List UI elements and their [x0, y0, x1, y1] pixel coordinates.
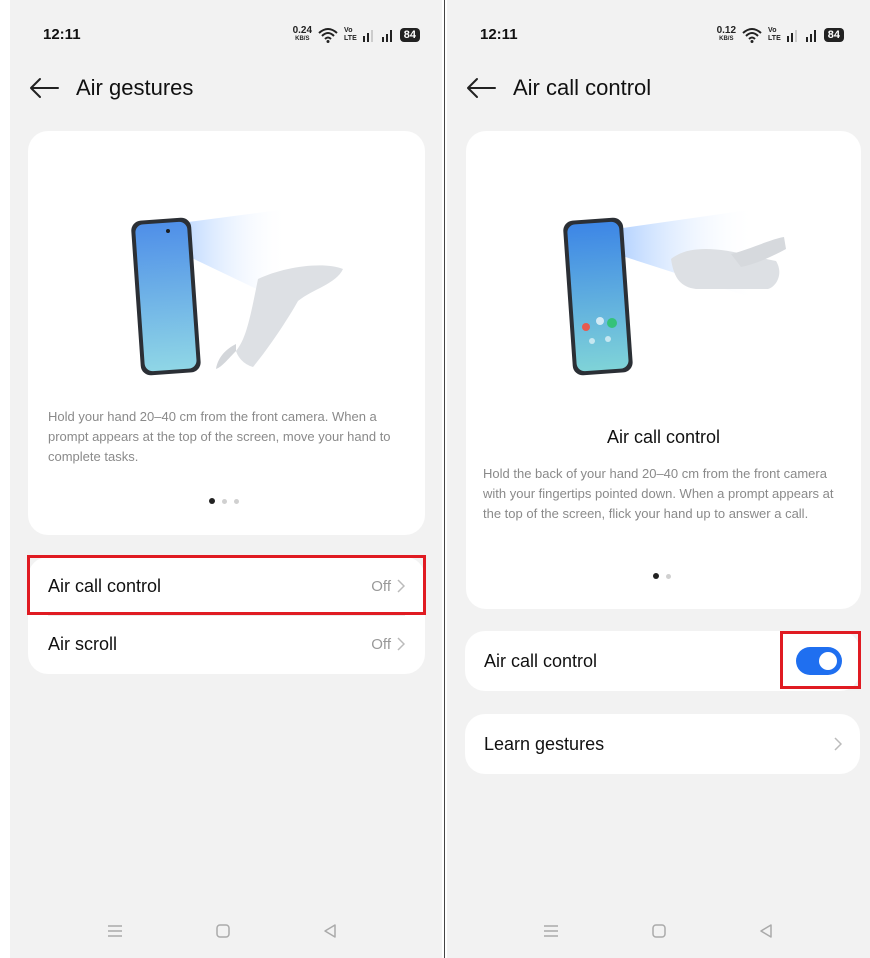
learn-gestures-row[interactable]: Learn gestures	[484, 726, 842, 762]
navigation-bar	[10, 918, 442, 948]
navigation-bar	[447, 918, 870, 948]
net-speed-value: 0.24	[292, 25, 313, 36]
page-dot	[666, 573, 671, 579]
volte-indicator: Vo LTE	[768, 27, 781, 43]
illustration-title: Air call control	[606, 427, 721, 447]
page-header: Air gestures	[10, 70, 193, 106]
learn-gestures-card: Learn gestures	[465, 714, 860, 774]
phone-hand-illustration	[131, 209, 343, 376]
battery-icon: 84	[823, 28, 844, 42]
page-indicator	[209, 498, 239, 504]
home-icon[interactable]	[651, 923, 667, 939]
home-icon[interactable]	[215, 923, 231, 939]
page-title: Air call control	[513, 75, 652, 100]
signal-icon	[362, 30, 373, 42]
volte-top: Vo	[344, 27, 353, 34]
gesture-illustration-card: Hold your hand 20–40 cm from the front c…	[28, 131, 425, 535]
volte-bottom: LTE	[344, 35, 357, 42]
status-icons: 0.12 KB/S Vo LTE 84	[716, 25, 844, 43]
air-scroll-row[interactable]: Air scroll Off	[48, 627, 405, 661]
setting-value-text: Off	[371, 635, 391, 653]
page-header: Air call control	[447, 70, 651, 106]
page-dot-active	[209, 498, 215, 504]
divider	[48, 615, 405, 616]
back-icon[interactable]	[758, 923, 774, 939]
page-dot	[234, 498, 239, 504]
signal-icon	[805, 30, 816, 42]
net-speed-unit: KB/S	[719, 36, 734, 42]
net-speed: 0.24 KB/S	[292, 25, 313, 43]
status-time: 12:11	[480, 26, 518, 43]
status-bar: 12:11 0.24 KB/S Vo LTE 84	[10, 24, 442, 48]
wifi-icon	[318, 28, 338, 43]
volte-indicator: Vo LTE	[344, 27, 357, 43]
setting-label: Air scroll	[48, 633, 118, 654]
volte-top: Vo	[768, 27, 777, 34]
learn-gestures-label: Learn gestures	[484, 733, 605, 754]
toggle-label: Air call control	[484, 650, 598, 671]
volte-bottom: LTE	[768, 35, 781, 42]
air-gestures-screen: 12:11 0.24 KB/S Vo LTE 84 Air gestures H…	[10, 0, 442, 958]
page-title: Air gestures	[76, 75, 194, 100]
wifi-icon	[742, 28, 762, 43]
setting-value: Off	[371, 636, 405, 653]
gesture-description: Hold your hand 20–40 cm from the front c…	[48, 409, 391, 464]
back-arrow-icon[interactable]	[28, 76, 62, 100]
highlight-box	[27, 555, 426, 615]
menu-icon[interactable]	[107, 923, 123, 939]
battery-icon: 84	[399, 28, 420, 42]
phone-hand-illustration	[563, 209, 786, 376]
signal-icon	[786, 30, 797, 42]
status-bar: 12:11 0.12 KB/S Vo LTE 84	[447, 24, 870, 48]
gesture-description: Hold the back of your hand 20–40 cm from…	[483, 466, 834, 521]
back-icon[interactable]	[322, 923, 338, 939]
net-speed: 0.12 KB/S	[716, 25, 737, 43]
chevron-right-icon	[397, 637, 405, 651]
status-time: 12:11	[43, 26, 81, 43]
page-dot-active	[653, 573, 659, 579]
chevron-right-icon	[834, 737, 842, 751]
net-speed-value: 0.12	[716, 25, 737, 36]
menu-icon[interactable]	[543, 923, 559, 939]
page-indicator	[653, 573, 671, 579]
back-arrow-icon[interactable]	[465, 76, 499, 100]
signal-icon	[381, 30, 392, 42]
net-speed-unit: KB/S	[295, 36, 310, 42]
page-dot	[222, 498, 227, 504]
highlight-box	[780, 631, 861, 689]
gesture-illustration-card: Air call control Hold the back of your h…	[466, 131, 861, 609]
status-icons: 0.24 KB/S Vo LTE 84	[292, 25, 420, 43]
air-call-control-screen: 12:11 0.12 KB/S Vo LTE 84 Air call contr…	[447, 0, 870, 958]
